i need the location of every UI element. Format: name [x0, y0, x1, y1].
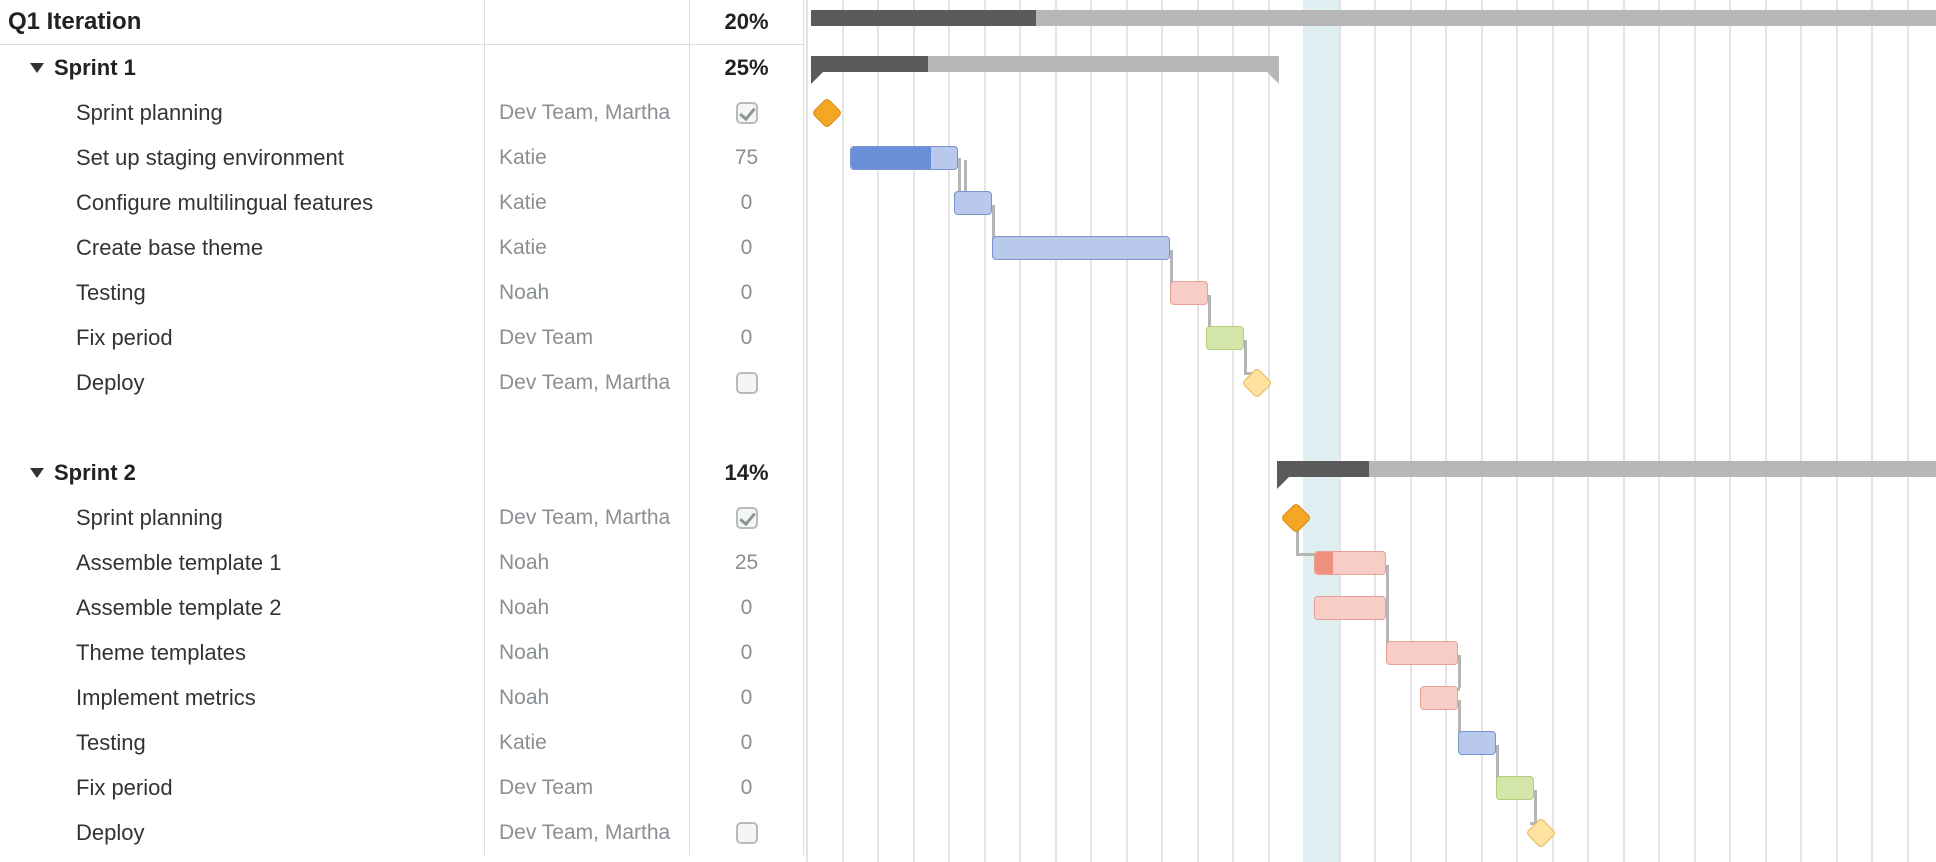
task-row[interactable]: Theme templates Noah 0: [0, 630, 804, 675]
gantt-lane: [804, 541, 1936, 586]
gantt-bar[interactable]: [1314, 596, 1386, 620]
task-row[interactable]: Configure multilingual features Katie 0: [0, 180, 804, 225]
project-progress: 20%: [690, 0, 804, 44]
group-progress: 14%: [690, 450, 804, 495]
summary-bar-project[interactable]: [804, 0, 1936, 45]
gantt-lane: [804, 811, 1936, 856]
task-row[interactable]: Assemble template 2 Noah 0: [0, 585, 804, 630]
gantt-lane: [804, 631, 1936, 676]
gantt-lane: [804, 226, 1936, 271]
group-row-sprint-2[interactable]: Sprint 2 14%: [0, 450, 804, 495]
gantt-lane: [804, 766, 1936, 811]
group-row-sprint-1[interactable]: Sprint 1 25%: [0, 45, 804, 90]
gantt-bar[interactable]: [1420, 686, 1458, 710]
task-row[interactable]: Sprint planning Dev Team, Martha: [0, 90, 804, 135]
task-table: Q1 Iteration 20% Sprint 1 25% Sprint pla…: [0, 0, 804, 862]
gantt-bar[interactable]: [1314, 551, 1386, 575]
group-name: Sprint 2: [0, 450, 485, 495]
group-progress: 25%: [690, 45, 804, 90]
gantt-bar[interactable]: [1386, 641, 1458, 665]
gantt-app: Q1 Iteration 20% Sprint 1 25% Sprint pla…: [0, 0, 1936, 862]
group-label: Sprint 1: [54, 55, 136, 81]
task-row[interactable]: Create base theme Katie 0: [0, 225, 804, 270]
gantt-lane: [804, 721, 1936, 766]
gantt-lane: [804, 676, 1936, 721]
chevron-down-icon[interactable]: [30, 468, 44, 478]
milestone-done-icon[interactable]: [1280, 502, 1311, 533]
task-row[interactable]: Implement metrics Noah 0: [0, 675, 804, 720]
gantt-bar[interactable]: [1496, 776, 1534, 800]
gantt-bar[interactable]: [1206, 326, 1244, 350]
task-row[interactable]: Fix period Dev Team 0: [0, 765, 804, 810]
task-row[interactable]: Set up staging environment Katie 75: [0, 135, 804, 180]
task-row[interactable]: Testing Katie 0: [0, 720, 804, 765]
gantt-bar[interactable]: [850, 146, 958, 170]
task-row[interactable]: Deploy Dev Team, Martha: [0, 810, 804, 855]
gantt-lane: [804, 136, 1936, 181]
checkbox-checked-icon[interactable]: [736, 102, 758, 124]
spacer: [0, 405, 804, 450]
gantt-lane: [804, 271, 1936, 316]
project-row[interactable]: Q1 Iteration 20%: [0, 0, 804, 45]
gantt-bar[interactable]: [992, 236, 1170, 260]
gantt-lane: [804, 586, 1936, 631]
checkbox-checked-icon[interactable]: [736, 507, 758, 529]
project-name: Q1 Iteration: [0, 0, 485, 44]
chevron-down-icon[interactable]: [30, 63, 44, 73]
gantt-bar[interactable]: [1458, 731, 1496, 755]
gantt-bar[interactable]: [954, 191, 992, 215]
task-row[interactable]: Testing Noah 0: [0, 270, 804, 315]
task-row[interactable]: Sprint planning Dev Team, Martha: [0, 495, 804, 540]
project-assignee: [485, 0, 690, 44]
task-row[interactable]: Deploy Dev Team, Martha: [0, 360, 804, 405]
gantt-lane: [804, 91, 1936, 136]
task-row[interactable]: Fix period Dev Team 0: [0, 315, 804, 360]
group-label: Sprint 2: [54, 460, 136, 486]
gantt-chart[interactable]: [804, 0, 1936, 862]
gantt-lane: [804, 361, 1936, 406]
checkbox-icon[interactable]: [736, 822, 758, 844]
task-row[interactable]: Assemble template 1 Noah 25: [0, 540, 804, 585]
milestone-done-icon[interactable]: [811, 97, 842, 128]
group-name: Sprint 1: [0, 45, 485, 90]
summary-bar-sprint-1[interactable]: [804, 46, 1936, 91]
gantt-bar[interactable]: [1170, 281, 1208, 305]
summary-bar-sprint-2[interactable]: [804, 451, 1936, 496]
gantt-lane: [804, 316, 1936, 361]
checkbox-icon[interactable]: [736, 372, 758, 394]
gantt-lane: [804, 181, 1936, 226]
gantt-lane: [804, 496, 1936, 541]
